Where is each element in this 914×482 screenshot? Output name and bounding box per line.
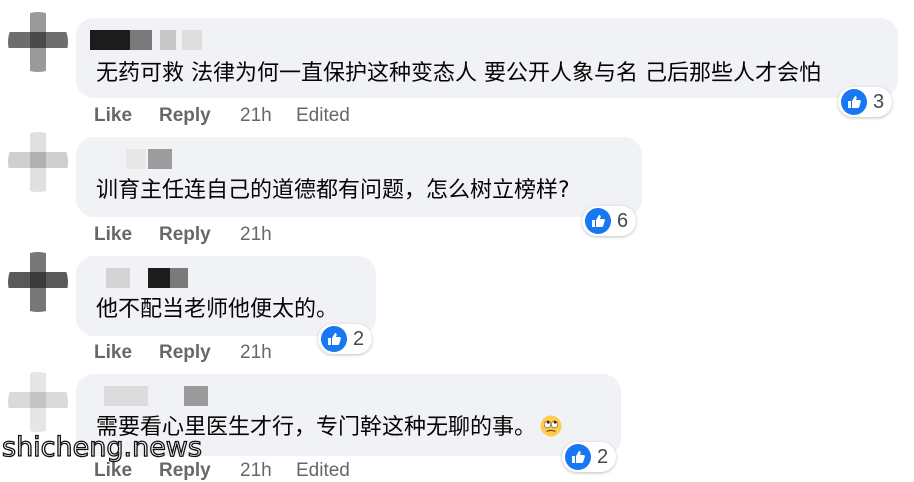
comment-bubble: 无药可救 法律为何一直保护这种变态人 要公开人象与名 己后那些人才会怕 [76,18,898,98]
avatar[interactable] [8,132,68,192]
thumbs-up-icon [841,89,867,115]
watermark: shicheng.news [1,431,202,463]
timestamp[interactable]: 21h [240,105,272,127]
reaction-count: 2 [597,445,609,468]
comment-text: 无药可救 法律为何一直保护这种变态人 要公开人象与名 己后那些人才会怕 [96,61,821,86]
rolling-eyes-emoji-icon [540,415,562,437]
reaction-count: 2 [353,327,365,350]
reaction-count: 6 [617,209,629,232]
avatar[interactable] [8,252,68,312]
like-button[interactable]: Like [94,105,132,127]
reaction-count-badge[interactable]: 2 [318,324,373,354]
edited-label[interactable]: Edited [296,105,350,127]
reply-button[interactable]: Reply [159,105,211,127]
thumbs-up-icon [585,208,611,234]
comment-text: 训育主任连自己的道德都有问题，怎么树立榜样? [96,178,570,203]
like-button[interactable]: Like [94,342,132,364]
comment-text: 他不配当老师他便太的。 [96,297,339,322]
reaction-count-badge[interactable]: 6 [582,206,637,236]
avatar[interactable] [8,372,68,432]
thumbs-up-icon [565,444,591,470]
timestamp[interactable]: 21h [240,342,272,364]
reply-button[interactable]: Reply [159,460,211,482]
like-button[interactable]: Like [94,460,132,482]
reply-button[interactable]: Reply [159,342,211,364]
reaction-count-badge[interactable]: 2 [562,442,617,472]
reply-button[interactable]: Reply [159,224,211,246]
thumbs-up-icon [321,326,347,352]
timestamp[interactable]: 21h [240,460,272,482]
like-button[interactable]: Like [94,224,132,246]
comment-bubble: 训育主任连自己的道德都有问题，怎么树立榜样? [76,137,642,217]
timestamp[interactable]: 21h [240,224,272,246]
reaction-count-badge[interactable]: 3 [838,87,893,117]
reaction-count: 3 [873,90,885,113]
avatar[interactable] [8,12,68,72]
edited-label[interactable]: Edited [296,460,350,482]
